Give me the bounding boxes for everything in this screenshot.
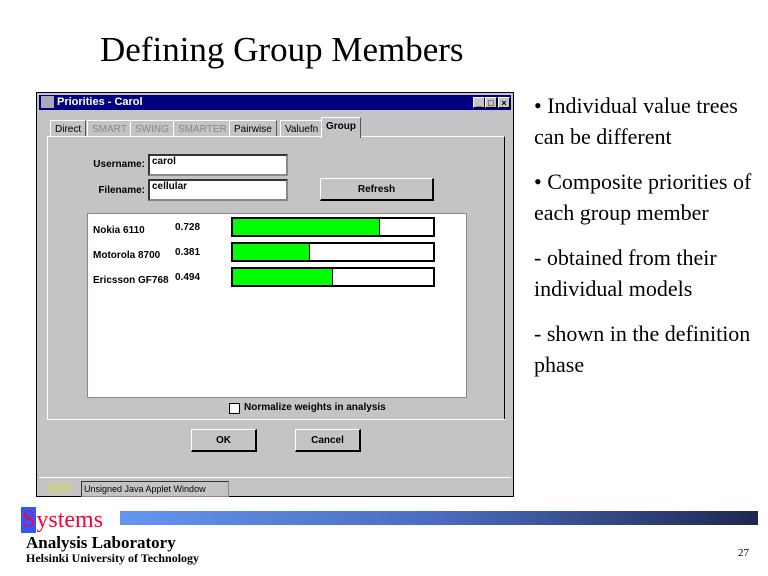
cancel-button[interactable]: Cancel	[295, 429, 361, 452]
filename-label: Filename:	[98, 185, 145, 196]
bullet-2: • Composite priorities of each group mem…	[534, 169, 752, 225]
item-name: Ericsson GF768	[93, 275, 169, 286]
status-bar: Unsigned Java Applet Window	[81, 481, 229, 497]
minimize-button[interactable]: _	[473, 97, 485, 108]
close-button[interactable]: ×	[498, 97, 510, 108]
priority-bar-fill	[233, 219, 380, 235]
ok-button[interactable]: OK	[191, 429, 257, 452]
tab-pairwise[interactable]: Pairwise	[229, 120, 277, 137]
logo-line3: Helsinki University of Technology	[26, 551, 200, 565]
applet-security-icon	[48, 483, 72, 493]
item-value: 0.381	[175, 247, 201, 258]
normalize-label: Normalize weights in analysis	[244, 402, 386, 413]
logo-gradient-bar	[120, 511, 758, 525]
item-name: Motorola 8700	[93, 250, 161, 261]
item-value: 0.494	[175, 272, 201, 283]
window-title: Priorities - Carol	[57, 96, 143, 108]
priorities-window: Priorities - Carol _ □ × Direct SMART SW…	[36, 92, 514, 497]
maximize-button[interactable]: □	[485, 97, 497, 108]
item-name: Nokia 6110	[93, 225, 145, 236]
logo-systems: Systems	[21, 507, 104, 533]
page-number: 27	[738, 547, 749, 559]
bullet-3: - obtained from their individual models	[534, 245, 717, 301]
priority-bar	[231, 267, 435, 287]
slide-title: Defining Group Members	[100, 30, 464, 69]
tab-direct[interactable]: Direct	[50, 120, 87, 137]
window-titlebar[interactable]: Priorities - Carol _ □ ×	[39, 95, 511, 110]
username-input[interactable]: carol	[148, 154, 288, 176]
username-label: Username:	[93, 159, 145, 170]
tab-smart[interactable]: SMART	[87, 120, 132, 137]
java-cup-icon	[41, 96, 54, 108]
logo-line2: Analysis Laboratory	[26, 533, 176, 552]
tab-group[interactable]: Group	[321, 117, 361, 138]
priority-bar-fill	[233, 244, 311, 260]
tab-smarter[interactable]: SMARTER	[173, 120, 232, 137]
normalize-checkbox[interactable]	[229, 403, 240, 414]
priorities-list: Nokia 6110 0.728 Motorola 8700 0.381 Eri…	[87, 213, 467, 398]
refresh-button[interactable]: Refresh	[320, 178, 434, 201]
priority-bar	[231, 242, 435, 262]
priority-bar-fill	[233, 269, 333, 285]
tab-valuefn[interactable]: Valuefn	[280, 120, 324, 137]
tab-swing[interactable]: SWING	[130, 120, 174, 137]
item-value: 0.728	[175, 222, 201, 233]
bullet-1: • Individual value trees can be differen…	[534, 93, 738, 149]
bullet-4: - shown in the definition phase	[534, 321, 751, 377]
filename-input[interactable]: cellular	[148, 179, 288, 201]
priority-bar	[231, 217, 435, 237]
